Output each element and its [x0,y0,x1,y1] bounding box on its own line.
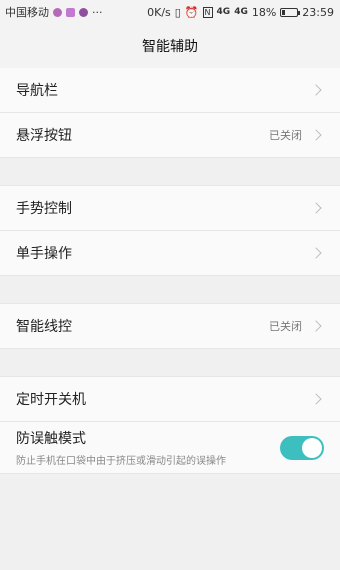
vibrate-icon: ▯ [174,5,181,19]
section-divider [0,349,340,377]
carrier-name: 中国移动 [5,6,49,19]
nfc-icon: N [202,6,213,18]
setting-label: 防误触模式 [16,431,86,447]
status-bar: 中国移动 ··· 0K/s ▯ ⏰ N 4G 4G 18% 23:59 [0,0,340,24]
chevron-right-icon [310,393,322,405]
setting-scheduled-power[interactable]: 定时开关机 [0,377,340,422]
battery-icon [280,7,301,17]
setting-gesture-control[interactable]: 手势控制 [0,186,340,231]
setting-label: 手势控制 [16,201,72,217]
alarm-icon: ⏰ [184,5,199,19]
network-speed: 0K/s [147,5,171,19]
empty-background [0,478,340,570]
setting-description: 防止手机在口袋中由于挤压或滑动引起的误操作 [16,456,226,467]
network-type-1: 4G [216,7,231,17]
setting-label: 单手操作 [16,246,72,262]
notification-icon [53,7,62,17]
chevron-right-icon [310,84,322,96]
settings-list: 导航栏 悬浮按钮 已关闭 手势控制 单手操作 智能线控 已关闭 定时开关机 防误… [0,68,340,474]
pocket-mode-toggle[interactable] [280,435,324,460]
more-notifications-icon: ··· [92,5,103,19]
message-icon [79,7,88,17]
clock: 23:59 [302,5,334,19]
chevron-right-icon [310,320,322,332]
setting-smart-wire-control[interactable]: 智能线控 已关闭 [0,304,340,349]
setting-floating-button[interactable]: 悬浮按钮 已关闭 [0,113,340,158]
toggle-knob [302,437,322,458]
setting-label: 智能线控 [16,319,72,335]
section-divider [0,158,340,186]
battery-percent: 18% [251,5,277,19]
setting-status: 已关闭 [269,320,302,333]
battery-level [282,9,286,15]
setting-pocket-mode[interactable]: 防误触模式 防止手机在口袋中由于挤压或滑动引起的误操作 [0,422,340,474]
setting-one-hand-mode[interactable]: 单手操作 [0,231,340,276]
setting-navigation-bar[interactable]: 导航栏 [0,68,340,113]
setting-status: 已关闭 [269,129,302,142]
network-type-2: 4G [234,7,248,17]
setting-label: 悬浮按钮 [16,128,72,144]
app-notification-icon [66,7,75,17]
setting-label: 导航栏 [16,83,58,99]
setting-label: 定时开关机 [16,392,86,408]
chevron-right-icon [310,129,322,141]
chevron-right-icon [310,247,322,259]
chevron-right-icon [310,202,322,214]
section-divider [0,276,340,304]
page-title: 智能辅助 [0,24,340,68]
